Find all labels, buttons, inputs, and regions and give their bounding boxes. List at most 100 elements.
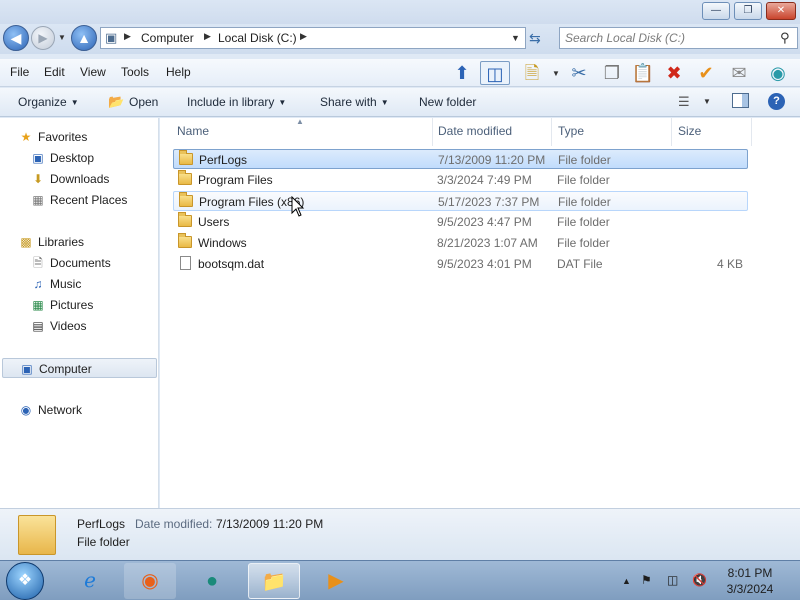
help-icon[interactable]: ?: [768, 93, 785, 110]
column-divider[interactable]: [432, 118, 433, 146]
up-icon[interactable]: ⬆: [450, 61, 474, 85]
open-folder-icon: 📂: [108, 94, 125, 109]
mail-icon[interactable]: ✉: [727, 61, 751, 85]
column-divider[interactable]: [671, 118, 672, 146]
file-icon: [180, 256, 191, 270]
breadcrumb-separator-icon[interactable]: ▶: [300, 31, 307, 42]
refresh-icon[interactable]: ⇆: [529, 30, 541, 47]
up-button[interactable]: ▲: [71, 25, 97, 51]
file-row[interactable]: Program Files 3/3/2024 7:49 PM File fold…: [173, 170, 748, 190]
address-bar[interactable]: ▣ ▶ Computer ▶ Local Disk (C:) ▶ ▼: [100, 27, 526, 49]
firefox-icon[interactable]: ◉: [124, 563, 176, 599]
forward-button[interactable]: ▶: [31, 26, 55, 50]
menu-tools[interactable]: Tools: [121, 65, 149, 79]
copy-icon[interactable]: ❐: [600, 61, 624, 85]
globe-icon[interactable]: ◉: [766, 61, 790, 85]
chat-app-icon[interactable]: ●: [186, 563, 238, 599]
file-date: 5/17/2023 7:37 PM: [438, 195, 540, 209]
cut-icon[interactable]: ✂: [567, 61, 591, 85]
nav-computer[interactable]: ▣ Computer: [2, 358, 157, 378]
properties-icon[interactable]: 🗎: [520, 61, 544, 85]
chevron-down-icon: ▼: [278, 98, 287, 107]
nav-recent-places[interactable]: ▦ Recent Places: [30, 190, 127, 210]
view-options-dropdown-icon[interactable]: ▼: [703, 97, 711, 106]
nav-documents[interactable]: 🗎 Documents: [30, 253, 111, 273]
nav-label: Computer: [39, 362, 92, 376]
search-box[interactable]: ⚲: [559, 27, 798, 49]
file-row[interactable]: Windows 8/21/2023 1:07 AM File folder: [173, 233, 748, 253]
title-bar: — ❐ ✕: [0, 0, 800, 24]
preview-pane-icon[interactable]: [732, 93, 749, 108]
view-options-icon[interactable]: ☰: [678, 94, 690, 110]
paste-icon[interactable]: 📋: [631, 61, 655, 85]
address-dropdown-icon[interactable]: ▼: [511, 33, 520, 43]
share-with-label: Share with: [320, 95, 377, 109]
delete-icon[interactable]: ✖: [662, 61, 686, 85]
large-folder-icon: [18, 515, 56, 555]
menu-edit[interactable]: Edit: [44, 65, 65, 79]
file-row[interactable]: bootsqm.dat 9/5/2023 4:01 PM DAT File 4 …: [173, 254, 748, 274]
desktop-icon: ▣: [32, 151, 44, 165]
column-header-type[interactable]: Type: [558, 124, 584, 138]
details-date-label: Date modified:: [135, 517, 213, 531]
nav-videos[interactable]: ▤ Videos: [30, 316, 86, 336]
column-divider[interactable]: [551, 118, 552, 146]
properties-dropdown-icon[interactable]: ▼: [552, 69, 560, 78]
menu-help[interactable]: Help: [166, 65, 191, 79]
nav-label: Libraries: [38, 235, 85, 249]
column-divider[interactable]: [751, 118, 752, 146]
nav-network[interactable]: ◉ Network: [18, 400, 82, 420]
breadcrumb-separator-icon[interactable]: ▶: [124, 31, 131, 42]
file-row[interactable]: PerfLogs 7/13/2009 11:20 PM File folder: [173, 149, 748, 169]
breadcrumb-separator-icon[interactable]: ▶: [204, 31, 211, 42]
nav-libraries[interactable]: ▩ Libraries: [18, 232, 84, 252]
column-header-name[interactable]: Name: [177, 124, 209, 138]
close-button[interactable]: ✕: [766, 2, 796, 20]
recent-pages-dropdown-icon[interactable]: ▼: [58, 33, 66, 42]
nav-music[interactable]: ♫ Music: [30, 274, 82, 294]
show-hidden-icons-icon[interactable]: ▲: [622, 576, 631, 586]
volume-muted-icon[interactable]: 🔇: [692, 573, 707, 587]
nav-favorites[interactable]: ★ Favorites: [18, 127, 88, 147]
check-icon[interactable]: ✔: [694, 61, 718, 85]
column-header-date-modified[interactable]: Date modified: [438, 124, 512, 138]
include-in-library-button[interactable]: Include in library ▼: [187, 95, 286, 109]
organize-button[interactable]: Organize ▼: [18, 95, 79, 109]
nav-label: Recent Places: [50, 193, 128, 207]
nav-desktop[interactable]: ▣ Desktop: [30, 148, 94, 168]
media-player-icon[interactable]: ▶: [310, 563, 362, 599]
pane-icon[interactable]: ◫: [480, 61, 510, 85]
videos-icon: ▤: [32, 319, 44, 333]
file-date: 8/21/2023 1:07 AM: [437, 236, 538, 250]
action-center-flag-icon[interactable]: ⚑: [641, 573, 652, 587]
file-row[interactable]: Program Files (x86) 5/17/2023 7:37 PM Fi…: [173, 191, 748, 211]
system-clock[interactable]: 8:01 PM 3/3/2024: [715, 565, 785, 597]
open-button[interactable]: Open: [129, 95, 158, 109]
file-list: ▲ Name Date modified Type Size PerfLogs …: [160, 117, 800, 508]
file-row[interactable]: Users 9/5/2023 4:47 PM File folder: [173, 212, 748, 232]
internet-explorer-icon[interactable]: ℯ: [64, 563, 116, 599]
file-type: File folder: [557, 236, 610, 250]
search-input[interactable]: [565, 30, 775, 46]
minimize-button[interactable]: —: [702, 2, 730, 20]
file-type: File folder: [557, 215, 610, 229]
start-button[interactable]: ❖: [6, 562, 44, 600]
network-status-icon[interactable]: ◫: [667, 573, 678, 587]
column-header-size[interactable]: Size: [678, 124, 701, 138]
menu-file[interactable]: File: [10, 65, 29, 79]
file-type: File folder: [558, 195, 611, 209]
maximize-button[interactable]: ❐: [734, 2, 762, 20]
breadcrumb-computer[interactable]: Computer: [141, 31, 194, 45]
nav-pictures[interactable]: ▦ Pictures: [30, 295, 93, 315]
share-with-button[interactable]: Share with ▼: [320, 95, 389, 109]
file-explorer-icon[interactable]: 📁: [248, 563, 300, 599]
nav-downloads[interactable]: ⬇ Downloads: [30, 169, 109, 189]
breadcrumb-local-disk[interactable]: Local Disk (C:): [218, 31, 297, 45]
new-folder-button[interactable]: New folder: [419, 95, 476, 109]
nav-label: Downloads: [50, 172, 110, 186]
menu-view[interactable]: View: [80, 65, 106, 79]
search-icon[interactable]: ⚲: [780, 30, 790, 46]
nav-label: Music: [50, 277, 82, 291]
folder-icon: [179, 150, 193, 165]
back-button[interactable]: ◀: [3, 25, 29, 51]
